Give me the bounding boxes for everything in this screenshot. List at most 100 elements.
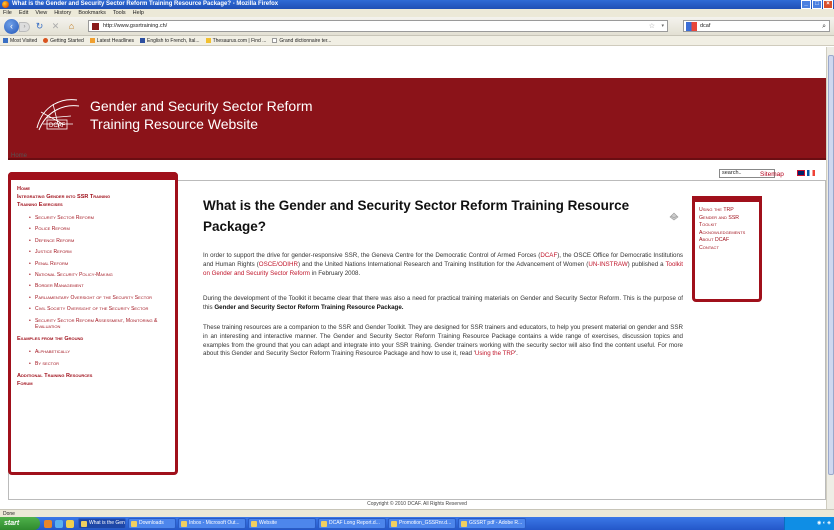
language-flags xyxy=(797,170,815,176)
search-engine-icon[interactable] xyxy=(686,22,697,31)
menu-edit[interactable]: Edit xyxy=(19,9,28,17)
sidebar-item-justice-reform[interactable]: Justice Reform xyxy=(29,249,169,256)
search-engine-box[interactable]: dcaf ⌕ xyxy=(683,20,830,32)
site-banner: DCAF Gender and Security Sector Reform T… xyxy=(8,78,826,160)
task-firefox[interactable]: What is the Gender... xyxy=(78,518,126,529)
status-bar: Done xyxy=(0,509,834,517)
right-link-toolkit[interactable]: Gender and SSR Toolkit xyxy=(699,215,755,230)
vertical-scrollbar[interactable] xyxy=(826,47,834,509)
menu-history[interactable]: History xyxy=(54,9,71,17)
bookmark-english-french[interactable]: English to French, Ital... xyxy=(140,36,200,45)
bookmark-getting-started[interactable]: Getting Started xyxy=(43,36,84,45)
minimize-button[interactable]: _ xyxy=(801,0,811,9)
sidebar-item-civil-society-oversight[interactable]: Civil Society Oversight of the Security … xyxy=(29,306,169,313)
osce-odihr-link[interactable]: OSCE/ODIHR xyxy=(259,261,298,268)
un-instraw-link[interactable]: UN-INSTRAW xyxy=(588,261,627,268)
search-engine-text: dcaf xyxy=(700,23,711,29)
task-dcaf-report[interactable]: DCAF Long Report.d... xyxy=(318,518,386,529)
exercise-list: Security Sector Reform Police Reform Def… xyxy=(29,215,169,330)
using-trp-link[interactable]: Using the TRP xyxy=(475,350,515,357)
start-button[interactable]: start xyxy=(0,517,40,530)
stop-icon[interactable]: ✕ xyxy=(50,21,61,32)
sidebar-additional-resources[interactable]: Additional Training Resources xyxy=(17,372,169,380)
search-icon[interactable]: ⌕ xyxy=(822,21,826,32)
menu-bookmarks[interactable]: Bookmarks xyxy=(78,9,106,17)
sidebar-item-penal-reform[interactable]: Penal Reform xyxy=(29,261,169,268)
url-bar[interactable]: http://www.gssrtraining.ch/ ☆ ▾ xyxy=(88,20,668,32)
folder-quicklaunch-icon[interactable] xyxy=(66,519,74,528)
close-button[interactable]: × xyxy=(823,0,833,9)
reload-icon[interactable]: ↻ xyxy=(34,21,45,32)
dcaf-link[interactable]: DCAF xyxy=(540,252,557,259)
windows-taskbar: start What is the Gender... Downloads In… xyxy=(0,517,834,530)
menu-help[interactable]: Help xyxy=(133,9,144,17)
chevron-down-icon[interactable]: ▾ xyxy=(661,21,664,32)
page-footer: Copyright © 2010 DCAF. All Rights Reserv… xyxy=(367,501,467,507)
back-icon[interactable]: ‹ xyxy=(4,19,19,34)
right-box-header-bar xyxy=(692,196,762,202)
sidebar-home[interactable]: Home xyxy=(17,185,169,193)
sidebar-integrating-gender[interactable]: Integrating Gender into SSR Training xyxy=(17,193,169,201)
forward-icon[interactable]: › xyxy=(19,22,30,32)
sidebar-item-alphabetically[interactable]: Alphabetically xyxy=(29,349,169,356)
window-title-bar: What is the Gender and Security Sector R… xyxy=(0,0,834,9)
banner-title-line1: Gender and Security Sector Reform xyxy=(90,98,313,114)
ie-quicklaunch-icon[interactable] xyxy=(55,519,63,528)
task-outlook[interactable]: Inbox - Microsoft Out... xyxy=(178,518,246,529)
site-logo-icon[interactable]: DCAF xyxy=(33,94,81,134)
right-link-contact[interactable]: Contact xyxy=(699,245,755,253)
task-adobe-reader[interactable]: GSSRT pdf - Adobe R... xyxy=(458,518,526,529)
sitemap-link[interactable]: Sitemap xyxy=(760,171,784,178)
sidebar-item-parliamentary-oversight[interactable]: Parliamentary Oversight of the Security … xyxy=(29,295,169,302)
breadcrumb-home[interactable]: Home xyxy=(11,153,27,159)
bookmark-latest-headlines[interactable]: Latest Headlines xyxy=(89,36,134,45)
sidebar-item-border-management[interactable]: Border Management xyxy=(29,283,169,290)
sidebar-examples[interactable]: Examples from the Ground xyxy=(17,335,169,343)
tray-icons[interactable]: ◉ ◐ ◈ xyxy=(817,520,831,526)
purpose-paragraph: During the development of the Toolkit it… xyxy=(203,295,683,311)
quick-launch xyxy=(44,519,74,528)
site-favicon-icon xyxy=(92,23,99,30)
sidebar-item-defence-reform[interactable]: Defence Reform xyxy=(29,238,169,245)
bookmark-thesaurus[interactable]: Thesaurus.com | Find ... xyxy=(205,36,266,45)
maximize-button[interactable]: □ xyxy=(812,0,822,9)
sidebar-item-security-sector-reform[interactable]: Security Sector Reform xyxy=(29,215,169,222)
sidebar-item-ssr-assessment[interactable]: Security Sector Reform Assessment, Monit… xyxy=(29,318,169,331)
bookmark-grand-dictionnaire[interactable]: Grand dictionnaire ter... xyxy=(272,36,331,45)
scrollbar-thumb[interactable] xyxy=(828,55,834,475)
svg-text:DCAF: DCAF xyxy=(49,123,66,129)
page-title: What is the Gender and Security Sector R… xyxy=(203,198,630,234)
task-website[interactable]: Website xyxy=(248,518,316,529)
sidebar-item-by-sector[interactable]: By sector xyxy=(29,361,169,368)
menu-view[interactable]: View xyxy=(35,9,47,17)
home-icon[interactable]: ⌂ xyxy=(66,21,77,32)
url-text: http://www.gssrtraining.ch/ xyxy=(103,23,168,29)
banner-title-line2: Training Resource Website xyxy=(90,116,259,132)
window-controls: _ □ × xyxy=(801,0,833,9)
firefox-quicklaunch-icon[interactable] xyxy=(44,519,52,528)
uk-flag-icon[interactable] xyxy=(797,170,805,176)
email-page-icon[interactable] xyxy=(668,210,680,222)
task-downloads[interactable]: Downloads xyxy=(128,518,176,529)
examples-list: Alphabetically By sector xyxy=(29,349,169,367)
sidebar-item-police-reform[interactable]: Police Reform xyxy=(29,226,169,233)
firefox-icon xyxy=(2,1,9,8)
task-promotion-doc[interactable]: Promotion_GSSRnr.d... xyxy=(388,518,456,529)
france-flag-icon[interactable] xyxy=(807,170,815,176)
right-link-about-dcaf[interactable]: About DCAF xyxy=(699,237,755,245)
right-link-using-trp[interactable]: Using the TRP xyxy=(699,207,755,215)
menu-file[interactable]: File xyxy=(3,9,12,17)
window-title: What is the Gender and Security Sector R… xyxy=(12,1,279,7)
sidebar-item-national-security-policy[interactable]: National Security Policy-Making xyxy=(29,272,169,279)
star-icon[interactable]: ☆ xyxy=(649,21,655,32)
sidebar-training-exercises[interactable]: Training Exercises xyxy=(17,201,169,209)
menu-tools[interactable]: Tools xyxy=(113,9,126,17)
bookmark-most-visited[interactable]: Most Visited xyxy=(3,36,37,45)
bookmarks-bar: Most Visited Getting Started Latest Head… xyxy=(0,36,834,46)
left-sidebar: Home Integrating Gender into SSR Trainin… xyxy=(8,172,178,475)
description-paragraph: These training resources are a companion… xyxy=(203,324,683,358)
system-tray: ◉ ◐ ◈ xyxy=(784,517,834,530)
menu-bar: File Edit View History Bookmarks Tools H… xyxy=(0,9,834,17)
right-link-acknowledgements[interactable]: Acknowledgements xyxy=(699,230,755,238)
sidebar-forum[interactable]: Forum xyxy=(17,380,169,388)
